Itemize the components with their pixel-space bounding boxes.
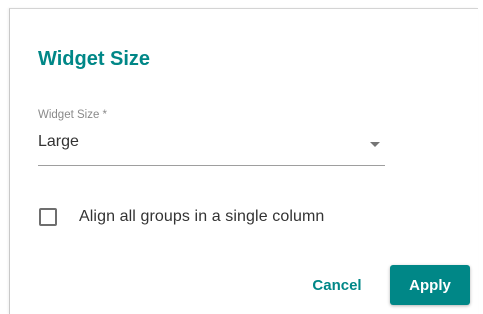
- widget-size-select-label: Widget Size *: [38, 109, 108, 121]
- align-single-column-option[interactable]: Align all groups in a single column: [39, 205, 324, 229]
- widget-size-select-value: Large: [38, 133, 79, 150]
- widget-size-dialog: Widget Size Widget Size * Large Align al…: [9, 8, 478, 314]
- apply-button[interactable]: Apply: [390, 265, 470, 305]
- align-single-column-checkbox[interactable]: [39, 208, 57, 226]
- cancel-button[interactable]: Cancel: [296, 265, 378, 305]
- align-single-column-label: Align all groups in a single column: [79, 208, 325, 225]
- caret-down-icon: [370, 142, 380, 147]
- widget-size-select[interactable]: Widget Size * Large: [38, 109, 385, 167]
- dialog-title: Widget Size: [38, 48, 151, 70]
- select-underline: [38, 165, 385, 166]
